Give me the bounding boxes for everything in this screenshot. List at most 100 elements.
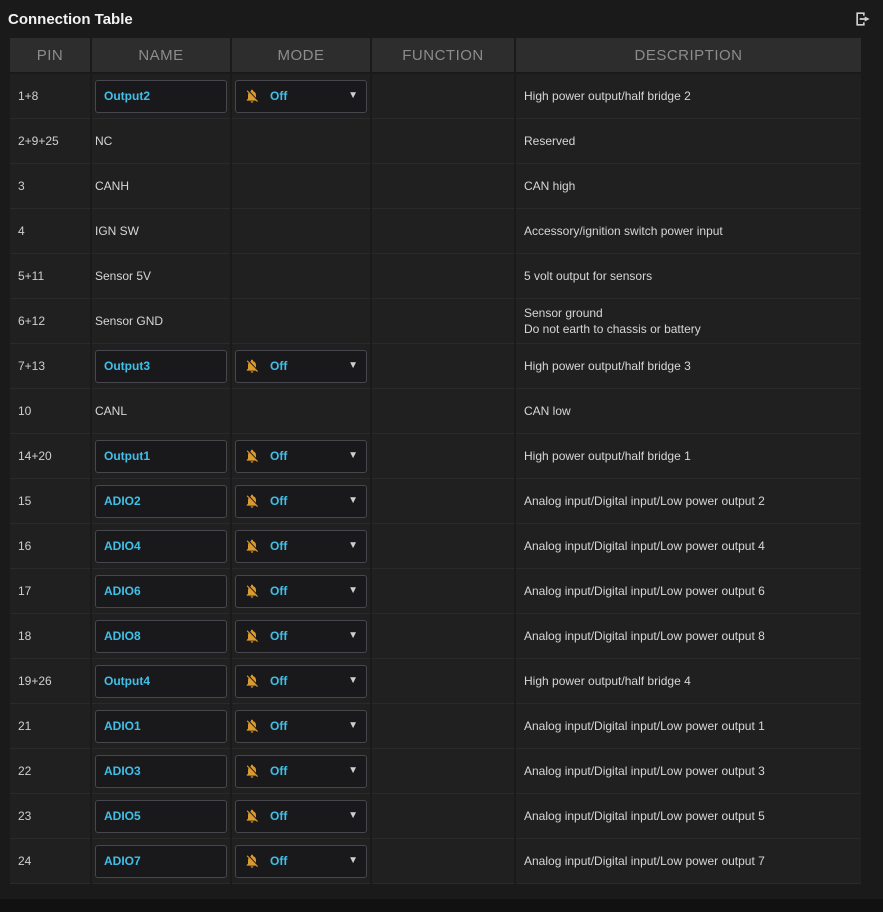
function-cell <box>372 164 514 209</box>
name-cell: Sensor GND <box>92 299 230 344</box>
column-header-function: FUNCTION <box>372 38 514 72</box>
mode-select[interactable]: Off▼ <box>235 350 367 383</box>
table-row: 21 ADIO1 Off▼ Analog input/Digital input… <box>10 704 861 749</box>
name-input[interactable]: ADIO5 <box>95 800 227 833</box>
name-label: Sensor 5V <box>95 269 151 283</box>
pin-label: 24 <box>18 854 31 868</box>
table-row: 3 CANH CAN high <box>10 164 861 209</box>
notifications-off-icon <box>244 538 260 554</box>
pin-cell: 2+9+25 <box>10 119 90 164</box>
mode-value: Off <box>270 674 287 688</box>
pin-label: 5+11 <box>18 269 44 283</box>
pin-label: 21 <box>18 719 31 733</box>
name-input[interactable]: Output3 <box>95 350 227 383</box>
export-icon[interactable] <box>853 9 873 29</box>
name-input[interactable]: ADIO8 <box>95 620 227 653</box>
notifications-off-icon <box>244 628 260 644</box>
name-value: ADIO2 <box>104 494 141 508</box>
description-text: High power output/half bridge 4 <box>524 673 691 689</box>
mode-select[interactable]: Off▼ <box>235 485 367 518</box>
function-cell <box>372 344 514 389</box>
description-text: Analog input/Digital input/Low power out… <box>524 763 765 779</box>
mode-cell <box>232 209 370 254</box>
mode-select[interactable]: Off ▼ <box>235 800 367 833</box>
notifications-off-icon <box>244 583 260 599</box>
chevron-down-icon: ▼ <box>348 631 358 641</box>
notifications-off-icon <box>244 88 260 104</box>
pin-label: 22 <box>18 764 31 778</box>
description-text: 5 volt output for sensors <box>524 268 652 284</box>
pin-cell: 21 <box>10 704 90 749</box>
mode-value: Off <box>270 854 287 868</box>
function-cell <box>372 569 514 614</box>
mode-cell: Off▼ <box>232 479 370 524</box>
description-text: Sensor ground Do not earth to chassis or… <box>524 305 701 337</box>
pin-cell: 1+8 <box>10 74 90 119</box>
column-header-description: DESCRIPTION <box>516 38 861 72</box>
pin-cell: 3 <box>10 164 90 209</box>
name-input[interactable]: ADIO3 <box>95 755 227 788</box>
mode-value: Off <box>270 719 287 733</box>
description-cell: Analog input/Digital input/Low power out… <box>516 614 861 659</box>
name-cell: ADIO2 <box>92 479 230 524</box>
name-input[interactable]: ADIO6 <box>95 575 227 608</box>
mode-value: Off <box>270 629 287 643</box>
mode-select[interactable]: Off ▼ <box>235 620 367 653</box>
function-cell <box>372 704 514 749</box>
name-input[interactable]: ADIO4 <box>95 530 227 563</box>
name-input[interactable]: ADIO2 <box>95 485 227 518</box>
name-input[interactable]: Output4 <box>95 665 227 698</box>
table-row: 10 CANL CAN low <box>10 389 861 434</box>
mode-select[interactable]: Off▼ <box>235 710 367 743</box>
name-input[interactable]: ADIO7 <box>95 845 227 878</box>
name-cell: ADIO4 <box>92 524 230 569</box>
table-row: 15 ADIO2 Off▼ Analog input/Digital input… <box>10 479 861 524</box>
mode-select[interactable]: Off▼ <box>235 80 367 113</box>
table-row: 17 ADIO6 Off▼ Analog input/Digital input… <box>10 569 861 614</box>
mode-select[interactable]: Off▼ <box>235 755 367 788</box>
mode-cell: Off▼ <box>232 704 370 749</box>
description-text: High power output/half bridge 3 <box>524 358 691 374</box>
name-cell: ADIO1 <box>92 704 230 749</box>
chevron-down-icon: ▼ <box>348 811 358 821</box>
mode-value: Off <box>270 539 287 553</box>
name-value: Output3 <box>104 359 150 373</box>
name-input[interactable]: Output1 <box>95 440 227 473</box>
mode-select[interactable]: Off▼ <box>235 845 367 878</box>
pin-label: 3 <box>18 179 25 193</box>
notifications-off-icon <box>244 673 260 689</box>
name-input[interactable]: ADIO1 <box>95 710 227 743</box>
mode-value: Off <box>270 449 287 463</box>
mode-select[interactable]: Off ▼ <box>235 440 367 473</box>
mode-value: Off <box>270 809 287 823</box>
column-header-pin: PIN <box>10 38 90 72</box>
name-cell: ADIO5 <box>92 794 230 839</box>
name-value: ADIO5 <box>104 809 141 823</box>
mode-select[interactable]: Off▼ <box>235 665 367 698</box>
table-row: 6+12 Sensor GND Sensor ground Do not ear… <box>10 299 861 344</box>
chevron-down-icon: ▼ <box>348 361 358 371</box>
mode-select[interactable]: Off▼ <box>235 575 367 608</box>
pin-cell: 23 <box>10 794 90 839</box>
mode-cell <box>232 254 370 299</box>
function-cell <box>372 659 514 704</box>
description-cell: 5 volt output for sensors <box>516 254 861 299</box>
pin-label: 23 <box>18 809 31 823</box>
name-cell: Sensor 5V <box>92 254 230 299</box>
pin-label: 4 <box>18 224 25 238</box>
name-input[interactable]: Output2 <box>95 80 227 113</box>
mode-value: Off <box>270 494 287 508</box>
pin-label: 1+8 <box>18 89 38 103</box>
mode-cell <box>232 389 370 434</box>
description-cell: Analog input/Digital input/Low power out… <box>516 839 861 884</box>
chevron-down-icon: ▼ <box>348 451 358 461</box>
pin-label: 15 <box>18 494 31 508</box>
name-value: Output1 <box>104 449 150 463</box>
mode-select[interactable]: Off▼ <box>235 530 367 563</box>
description-text: Analog input/Digital input/Low power out… <box>524 493 765 509</box>
connection-table: PIN NAME MODE FUNCTION DESCRIPTION 1+8 O… <box>10 38 861 884</box>
pin-cell: 7+13 <box>10 344 90 389</box>
description-text: Analog input/Digital input/Low power out… <box>524 628 765 644</box>
description-cell: Analog input/Digital input/Low power out… <box>516 479 861 524</box>
name-cell: ADIO7 <box>92 839 230 884</box>
